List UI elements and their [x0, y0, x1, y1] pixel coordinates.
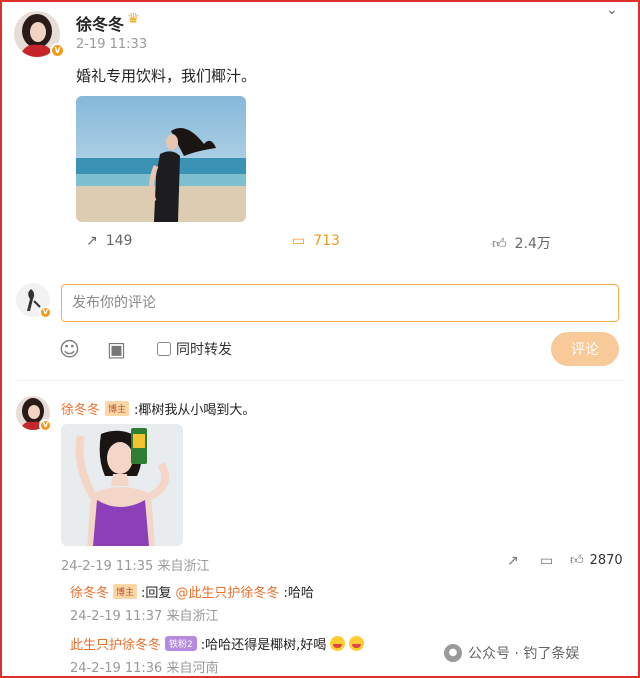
reply-line: 此生只护徐冬冬 铁粉2 :哈哈还得是椰树,好喝: [70, 634, 365, 653]
fan-badge: 铁粉2: [165, 636, 197, 651]
commenter-name[interactable]: 徐冬冬: [61, 399, 100, 418]
repost-icon: ↗: [86, 233, 98, 249]
laughing-emoji-icon: [330, 636, 346, 651]
wechat-icon: ●: [444, 644, 462, 662]
verified-badge-icon: V: [39, 419, 52, 432]
comment-image[interactable]: [61, 424, 183, 546]
reply-icon[interactable]: ▭: [540, 553, 553, 569]
repost-checkbox-label: 同时转发: [176, 342, 232, 358]
submit-comment-button[interactable]: 评论: [551, 332, 619, 366]
repost-button[interactable]: ↗ 149: [86, 233, 132, 249]
reply-suffix: :哈哈: [283, 586, 314, 601]
comment-icon: ▭: [292, 233, 306, 249]
thumbs-up-icon: 👍︎: [492, 235, 507, 252]
share-icon[interactable]: ↗: [507, 553, 519, 569]
comment-button[interactable]: ▭ 713: [292, 233, 340, 249]
like-count: 2.4万: [514, 236, 551, 252]
post-time[interactable]: 2-19 11:33: [76, 37, 147, 52]
reply-text: :哈哈还得是椰树,好喝: [200, 638, 327, 653]
verified-badge-icon: V: [50, 43, 65, 58]
owner-badge: 博主: [105, 401, 130, 416]
watermark-text: 公众号 · 钓了条娱: [468, 646, 580, 662]
comment-line: 徐冬冬 博主 :椰树我从小喝到大。: [61, 399, 255, 418]
watermark: ● 公众号 · 钓了条娱: [444, 643, 579, 663]
comment-count: 713: [313, 233, 340, 249]
like-button[interactable]: 👍︎ 2.4万: [492, 233, 551, 253]
reply-line: 徐冬冬 博主 :回复 @此生只护徐冬冬 :哈哈: [70, 582, 314, 601]
reply-meta: 24-2-19 11:36 来自河南: [70, 661, 219, 676]
image-icon[interactable]: ▣: [107, 337, 126, 361]
comment-like-button[interactable]: 👍︎ 2870: [570, 553, 623, 568]
comment-text: :椰树我从小喝到大。: [134, 403, 256, 418]
comment-input[interactable]: [61, 284, 619, 322]
reply-meta: 24-2-19 11:37 来自浙江: [70, 609, 219, 624]
comment-like-count: 2870: [589, 553, 623, 568]
crown-icon: ♛: [127, 11, 140, 27]
post-image[interactable]: [76, 96, 246, 222]
post-text: 婚礼专用饮料，我们椰汁。: [76, 67, 257, 85]
verified-badge-icon: V: [39, 306, 52, 319]
thumbs-up-icon: 👍︎: [570, 553, 584, 568]
owner-badge: 博主: [113, 584, 138, 599]
author-name[interactable]: 徐冬冬: [76, 11, 124, 35]
emoji-icon[interactable]: ☺: [59, 337, 80, 361]
laughing-emoji-icon: [349, 636, 365, 651]
section-divider: [16, 380, 624, 381]
repost-count: 149: [105, 233, 133, 249]
reply-author-name[interactable]: 徐冬冬: [70, 582, 109, 601]
reply-prefix: :回复: [141, 586, 172, 601]
chevron-down-icon[interactable]: ⌄: [606, 2, 618, 18]
reply-author-name[interactable]: 此生只护徐冬冬: [70, 634, 161, 653]
repost-checkbox[interactable]: [157, 342, 171, 356]
comment-meta: 24-2-19 11:35 来自浙江: [61, 559, 210, 574]
reply-mention[interactable]: @此生只护徐冬冬: [175, 582, 279, 601]
